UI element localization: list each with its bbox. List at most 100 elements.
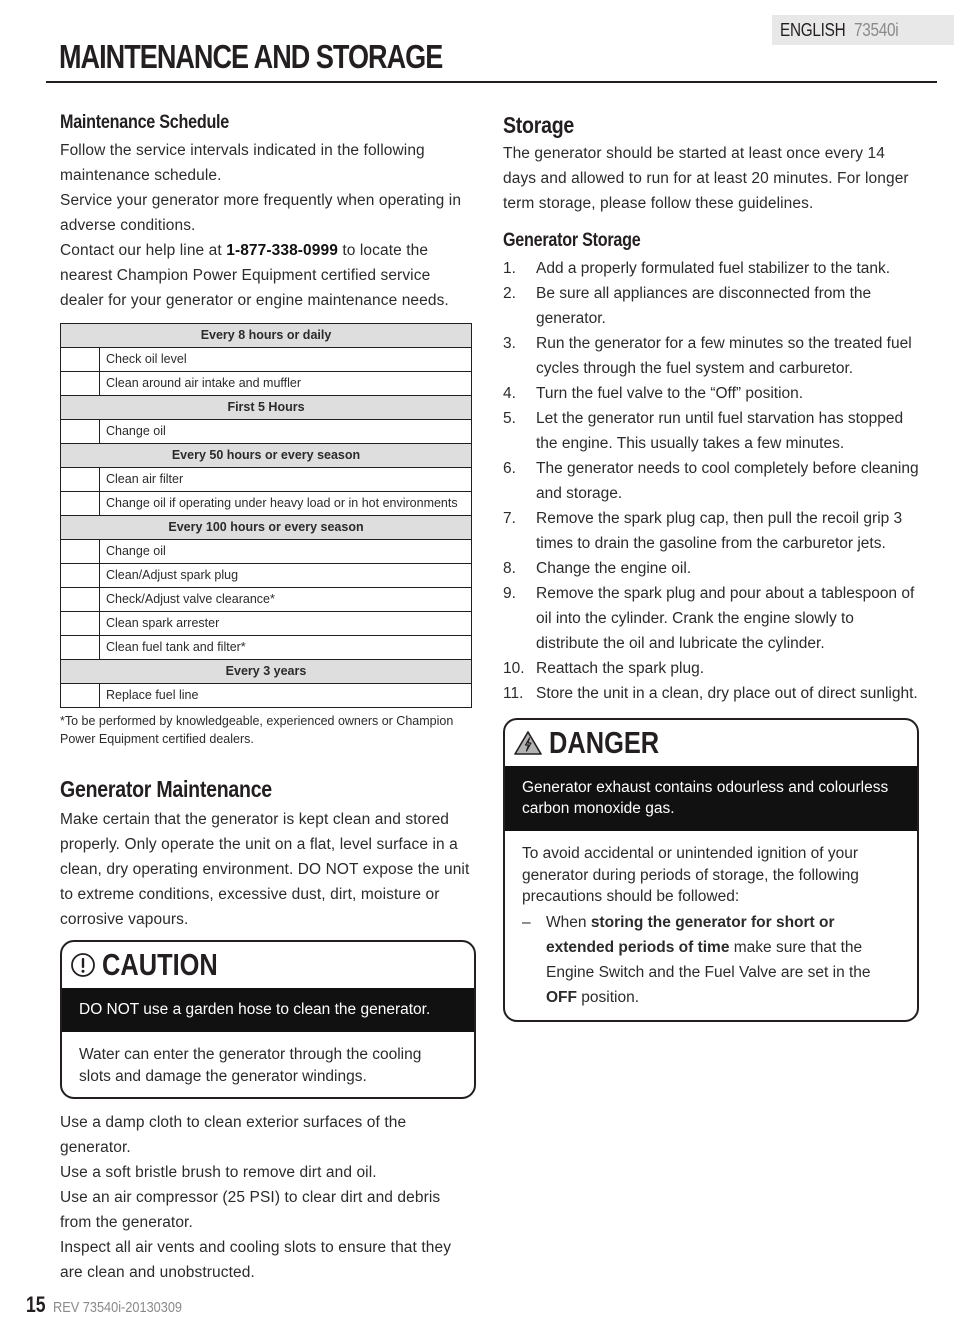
- interval-label: Every 3 years: [60, 659, 472, 684]
- schedule-task-row: Clean air filter: [60, 467, 472, 492]
- schedule-intro-3: Contact our help line at 1-877-338-0999 …: [60, 238, 476, 313]
- schedule-interval-row: First 5 Hours: [60, 395, 472, 420]
- revision-code: REV 73540i-20130309: [52, 1299, 182, 1316]
- storage-heading: Storage: [503, 112, 575, 138]
- cleaning-tip: Use a soft bristle brush to remove dirt …: [60, 1164, 377, 1181]
- task-checkbox-cell: [60, 371, 100, 396]
- schedule-task-row: Clean spark arrester: [60, 611, 472, 636]
- task-checkbox-cell: [60, 563, 100, 588]
- cleaning-tips: Use a damp cloth to clean exterior surfa…: [60, 1110, 476, 1285]
- danger-box: DANGER Generator exhaust contains odourl…: [503, 718, 919, 1022]
- language-model-tag: ENGLISH 73540i: [772, 15, 954, 45]
- schedule-interval-row: Every 3 years: [60, 659, 472, 684]
- step-number: 11.: [503, 685, 524, 702]
- schedule-task-row: Clean around air intake and muffler: [60, 371, 472, 396]
- caution-box: CAUTION DO NOT use a garden hose to clea…: [60, 940, 476, 1099]
- schedule-task-row: Replace fuel line: [60, 683, 472, 708]
- task-checkbox-cell: [60, 611, 100, 636]
- cleaning-tip: Use an air compressor (25 PSI) to clear …: [60, 1189, 441, 1231]
- task-label: Clean spark arrester: [99, 611, 472, 636]
- danger-label: DANGER: [549, 725, 660, 760]
- schedule-intro-2: Service your generator more frequently w…: [60, 192, 462, 234]
- step-text: Turn the fuel valve to the “Off” positio…: [536, 385, 804, 402]
- step-number: 5.: [503, 410, 516, 427]
- task-label: Clean around air intake and muffler: [99, 371, 472, 396]
- exclamation-circle-icon: [70, 952, 96, 978]
- task-label: Change oil: [99, 539, 472, 564]
- maintenance-schedule-heading: Maintenance Schedule: [60, 112, 230, 133]
- task-label: Clean air filter: [99, 467, 472, 492]
- storage-step: 9. Remove the spark plug and pour about a…: [503, 581, 919, 656]
- step-text: Run the generator for a few minutes so t…: [536, 335, 912, 377]
- step-number: 6.: [503, 460, 516, 477]
- storage-step: 7. Remove the spark plug cap, then pull t…: [503, 506, 919, 556]
- interval-label: Every 100 hours or every season: [60, 515, 472, 540]
- step-text: Be sure all appliances are disconnected …: [536, 285, 872, 327]
- danger-header: DANGER: [505, 720, 917, 766]
- task-label: Replace fuel line: [99, 683, 472, 708]
- step-text: Remove the spark plug and pour about a t…: [536, 585, 915, 652]
- danger-body-text: To avoid accidental or unintended igniti…: [522, 845, 859, 905]
- dash-bullet: –: [522, 913, 531, 931]
- storage-step: 6. The generator needs to cool completely…: [503, 456, 919, 506]
- caution-label: CAUTION: [102, 947, 218, 982]
- storage-steps-list: 1. Add a properly formulated fuel stabili…: [503, 256, 919, 706]
- task-label: Clean/Adjust spark plug: [99, 563, 472, 588]
- precaution-text: When: [546, 913, 591, 931]
- title-divider: [46, 81, 937, 83]
- step-number: 9.: [503, 585, 516, 602]
- task-label: Check/Adjust valve clearance*: [99, 587, 472, 612]
- interval-label: Every 8 hours or daily: [60, 323, 472, 348]
- generator-maintenance-body: Make certain that the generator is kept …: [60, 811, 470, 928]
- step-text: Change the engine oil.: [536, 560, 692, 577]
- page-number: 15: [26, 1292, 46, 1317]
- step-text: Let the generator run until fuel starvat…: [536, 410, 904, 452]
- danger-body: To avoid accidental or unintended igniti…: [505, 831, 917, 1020]
- left-column: Maintenance Schedule Follow the service …: [60, 112, 476, 1285]
- step-text: Reattach the spark plug.: [536, 660, 705, 677]
- task-label: Change oil if operating under heavy load…: [99, 491, 472, 516]
- caution-message-bar: DO NOT use a garden hose to clean the ge…: [62, 988, 474, 1032]
- generator-maintenance-heading: Generator Maintenance: [60, 776, 272, 802]
- step-text: Add a properly formulated fuel stabilize…: [536, 260, 891, 277]
- task-label: Clean fuel tank and filter*: [99, 635, 472, 660]
- storage-step: 1. Add a properly formulated fuel stabili…: [503, 256, 919, 281]
- schedule-task-row: Change oil if operating under heavy load…: [60, 491, 472, 516]
- storage-step: 5. Let the generator run until fuel starv…: [503, 406, 919, 456]
- interval-label: Every 50 hours or every season: [60, 443, 472, 468]
- page-title: MAINTENANCE AND STORAGE: [59, 38, 443, 75]
- task-label: Change oil: [99, 419, 472, 444]
- schedule-task-row: Clean/Adjust spark plug: [60, 563, 472, 588]
- schedule-interval-row: Every 8 hours or daily: [60, 323, 472, 348]
- step-number: 8.: [503, 560, 516, 577]
- electrical-hazard-triangle-icon: [513, 730, 543, 756]
- schedule-footnote: *To be performed by knowledgeable, exper…: [60, 714, 454, 746]
- generator-storage-heading: Generator Storage: [503, 230, 641, 251]
- storage-step: 3. Run the generator for a few minutes so…: [503, 331, 919, 381]
- schedule-interval-row: Every 50 hours or every season: [60, 443, 472, 468]
- caution-header: CAUTION: [62, 942, 474, 988]
- task-checkbox-cell: [60, 683, 100, 708]
- cleaning-tip: Use a damp cloth to clean exterior surfa…: [60, 1114, 407, 1156]
- storage-step: 11. Store the unit in a clean, dry place …: [503, 681, 919, 706]
- caution-body: Water can enter the generator through th…: [79, 1046, 422, 1085]
- step-number: 3.: [503, 335, 516, 352]
- task-checkbox-cell: [60, 539, 100, 564]
- intro-text: Contact our help line at: [60, 242, 227, 259]
- task-checkbox-cell: [60, 467, 100, 492]
- step-number: 10.: [503, 660, 525, 677]
- storage-step: 2. Be sure all appliances are disconnecte…: [503, 281, 919, 331]
- task-checkbox-cell: [60, 635, 100, 660]
- task-checkbox-cell: [60, 587, 100, 612]
- storage-step: 4. Turn the fuel valve to the “Off” posit…: [503, 381, 919, 406]
- interval-label: First 5 Hours: [60, 395, 472, 420]
- cleaning-tip: Inspect all air vents and cooling slots …: [60, 1239, 452, 1281]
- danger-precaution-item: – When storing the generator for short o…: [522, 910, 900, 1010]
- storage-intro: The generator should be started at least…: [503, 145, 909, 212]
- task-checkbox-cell: [60, 491, 100, 516]
- step-text: Remove the spark plug cap, then pull the…: [536, 510, 903, 552]
- storage-step: 8. Change the engine oil.: [503, 556, 919, 581]
- schedule-task-row: Check oil level: [60, 347, 472, 372]
- step-text: The generator needs to cool completely b…: [536, 460, 919, 502]
- precaution-emphasis: OFF: [546, 988, 577, 1006]
